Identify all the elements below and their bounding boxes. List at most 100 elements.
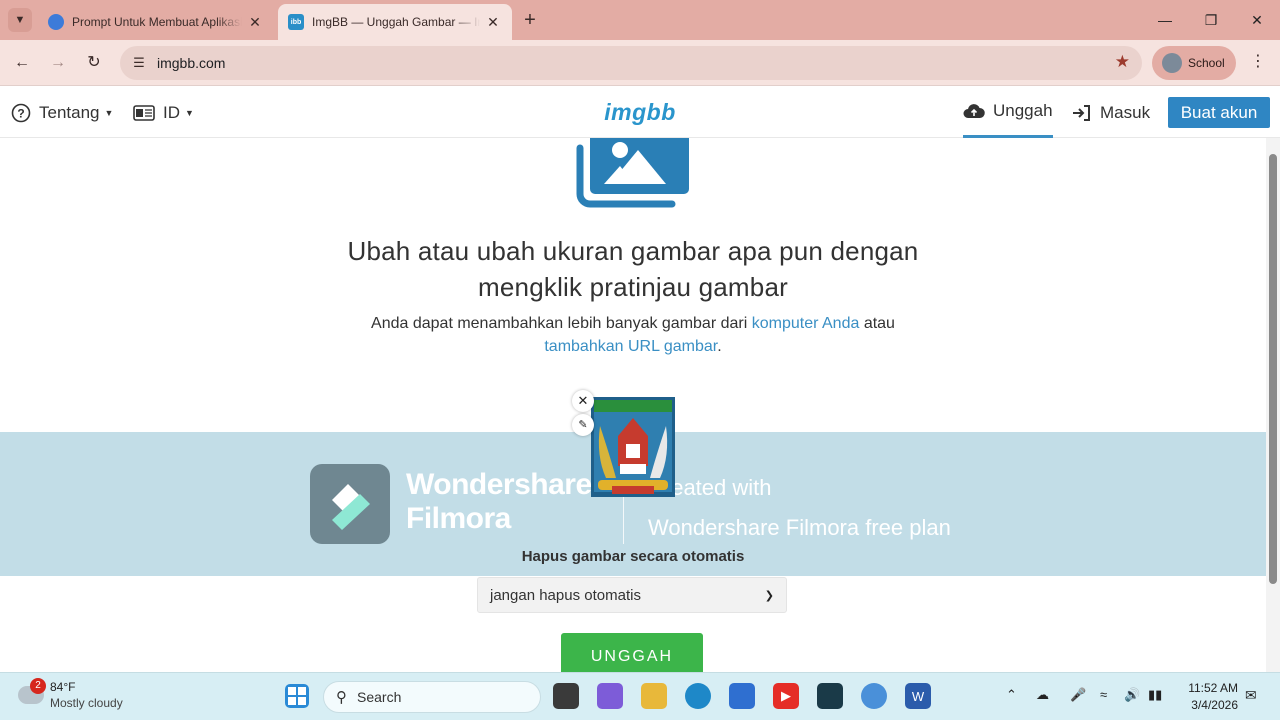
brand-line-1: Wondershare: [406, 468, 592, 501]
site-info-icon[interactable]: ☰: [130, 54, 148, 72]
m365-icon[interactable]: [597, 683, 623, 709]
address-bar[interactable]: ☰ imgbb.com ★: [120, 46, 1142, 80]
search-placeholder: Search: [357, 689, 402, 705]
task-view-icon[interactable]: [553, 683, 579, 709]
cloud-upload-icon: [963, 103, 985, 119]
reload-icon[interactable]: ↻: [82, 51, 106, 75]
about-label: Tentang: [39, 102, 100, 122]
new-tab-plus-icon[interactable]: +: [518, 9, 542, 33]
filmora-taskbar-icon[interactable]: [817, 683, 843, 709]
bookmark-star-icon[interactable]: ★: [1115, 52, 1130, 72]
word-icon[interactable]: W: [905, 683, 931, 709]
tab-close-icon[interactable]: ✕: [246, 14, 264, 31]
chevron-down-icon: ❯: [764, 589, 774, 602]
weather-temp: 84°F: [50, 680, 76, 694]
login-label: Masuk: [1100, 102, 1151, 122]
create-account-button[interactable]: Buat akun: [1168, 97, 1270, 128]
auto-delete-label: Hapus gambar secara otomatis: [521, 548, 745, 565]
queued-image-preview[interactable]: [590, 396, 676, 498]
tab-search-chevron-icon[interactable]: ▼: [8, 8, 32, 32]
avatar: [1162, 53, 1182, 73]
window-close-icon[interactable]: ✕: [1234, 6, 1280, 34]
about-menu[interactable]: ? Tentang ▼: [11, 87, 113, 138]
browser-tab-prompt[interactable]: Prompt Untuk Membuat Aplikasi ✕: [38, 4, 274, 40]
headline-line-2: mengklik pratinjau gambar: [478, 272, 788, 302]
notification-icon[interactable]: ✉: [1245, 687, 1257, 704]
scrollbar-thumb[interactable]: [1269, 154, 1277, 584]
auto-delete-select[interactable]: jangan hapus otomatis ❯: [477, 577, 787, 613]
login-nav-link[interactable]: Masuk: [1072, 87, 1150, 138]
filmora-brand-text: Wondershare Filmora: [406, 468, 592, 536]
youtube-icon[interactable]: ▶: [773, 683, 799, 709]
upload-nav-link[interactable]: Unggah: [963, 87, 1053, 138]
system-clock[interactable]: 11:52 AM 3/4/2026: [1180, 680, 1238, 714]
profile-button[interactable]: School: [1152, 46, 1236, 80]
edit-image-icon[interactable]: ✎: [572, 414, 594, 436]
browser-toolbar: ← → ↻ ☰ imgbb.com ★ School ⋮: [0, 40, 1280, 86]
language-label: ID: [163, 102, 180, 122]
wifi-icon[interactable]: ≈: [1100, 687, 1107, 702]
imgbb-logo[interactable]: imgbb: [604, 99, 676, 126]
upload-queue-panel: Ubah atau ubah ukuran gambar apa pun den…: [0, 138, 1266, 672]
battery-icon[interactable]: ▮▮: [1148, 687, 1162, 703]
subtext-mid: atau: [863, 315, 895, 332]
imgbb-favicon-icon: ibb: [288, 14, 304, 30]
windows-start-icon[interactable]: [285, 684, 309, 708]
file-explorer-icon[interactable]: [641, 683, 667, 709]
auto-delete-value: jangan hapus otomatis: [490, 586, 641, 604]
caret-down-icon: ▼: [185, 107, 194, 118]
onedrive-icon[interactable]: ☁: [1036, 687, 1049, 703]
caret-down-icon: ▼: [104, 107, 114, 118]
taskbar-search[interactable]: ⚲ Search: [323, 681, 541, 713]
browser-tab-strip: ▼ Prompt Untuk Membuat Aplikasi ✕ ibb Im…: [0, 0, 1280, 40]
browser-tab-imgbb[interactable]: ibb ImgBB — Unggah Gambar — ImgBB ✕: [278, 4, 512, 40]
computer-link[interactable]: komputer Anda: [752, 315, 860, 332]
language-icon: [133, 104, 155, 121]
headline-line-1: Ubah atau ubah ukuran gambar apa pun den…: [347, 236, 919, 266]
subtext-prefix: Anda dapat menambahkan lebih banyak gamb…: [371, 315, 748, 332]
tab-title: ImgBB — Unggah Gambar — ImgBB: [312, 15, 480, 29]
windows-taskbar: 2 84°F Mostly cloudy ⚲ Search ▶ W ⌃ ☁ 🎤 …: [0, 672, 1280, 720]
question-circle-icon: ?: [11, 103, 31, 123]
add-url-link[interactable]: tambahkan URL gambar: [544, 338, 717, 355]
filmora-note-text: Created with Wondershare Filmora free pl…: [648, 468, 951, 548]
tray-overflow-icon[interactable]: ⌃: [1006, 687, 1017, 703]
tab-favicon-icon: [48, 14, 64, 30]
profile-label: School: [1188, 56, 1225, 70]
tab-close-icon[interactable]: ✕: [484, 14, 502, 31]
note-line-1: Created with: [648, 475, 772, 500]
sign-in-icon: [1072, 104, 1092, 122]
upload-subtext: Anda dapat menambahkan lebih banyak gamb…: [0, 312, 1266, 358]
remove-image-icon[interactable]: ✕: [572, 390, 594, 412]
filmora-logo-icon: [310, 464, 390, 544]
weather-desc: Mostly cloudy: [50, 696, 123, 710]
volume-icon[interactable]: 🔊: [1124, 687, 1140, 703]
forward-arrow-icon[interactable]: →: [46, 51, 70, 75]
language-menu[interactable]: ID ▼: [133, 87, 194, 138]
images-icon: [576, 138, 689, 208]
clock-time: 11:52 AM: [1188, 681, 1238, 695]
minimize-icon[interactable]: —: [1142, 6, 1188, 34]
page-scrollbar[interactable]: [1266, 138, 1280, 672]
browser-menu-icon[interactable]: ⋮: [1248, 51, 1268, 71]
clock-date: 3/4/2026: [1191, 698, 1238, 712]
url-text[interactable]: imgbb.com: [157, 55, 225, 71]
svg-text:?: ?: [17, 106, 24, 120]
note-line-2: Wondershare Filmora free plan: [648, 515, 951, 540]
upload-headline: Ubah atau ubah ukuran gambar apa pun den…: [0, 233, 1266, 305]
chrome-icon[interactable]: [861, 683, 887, 709]
back-arrow-icon[interactable]: ←: [10, 51, 34, 75]
edge-icon[interactable]: [685, 683, 711, 709]
restore-icon[interactable]: ❐: [1188, 6, 1234, 34]
search-icon: ⚲: [336, 689, 347, 706]
microphone-icon[interactable]: 🎤: [1070, 687, 1086, 703]
brand-line-2: Filmora: [406, 502, 511, 535]
site-header: ? Tentang ▼ ID ▼ imgbb Unggah Masuk Buat…: [0, 87, 1280, 138]
weather-badge: 2: [30, 678, 46, 694]
upload-label: Unggah: [993, 101, 1053, 120]
store-icon[interactable]: [729, 683, 755, 709]
cloud-icon: 2: [18, 678, 46, 704]
weather-widget[interactable]: 2 84°F Mostly cloudy: [18, 678, 123, 711]
subtext-suffix: .: [717, 338, 722, 355]
upload-button[interactable]: UNGGAH: [561, 633, 703, 672]
